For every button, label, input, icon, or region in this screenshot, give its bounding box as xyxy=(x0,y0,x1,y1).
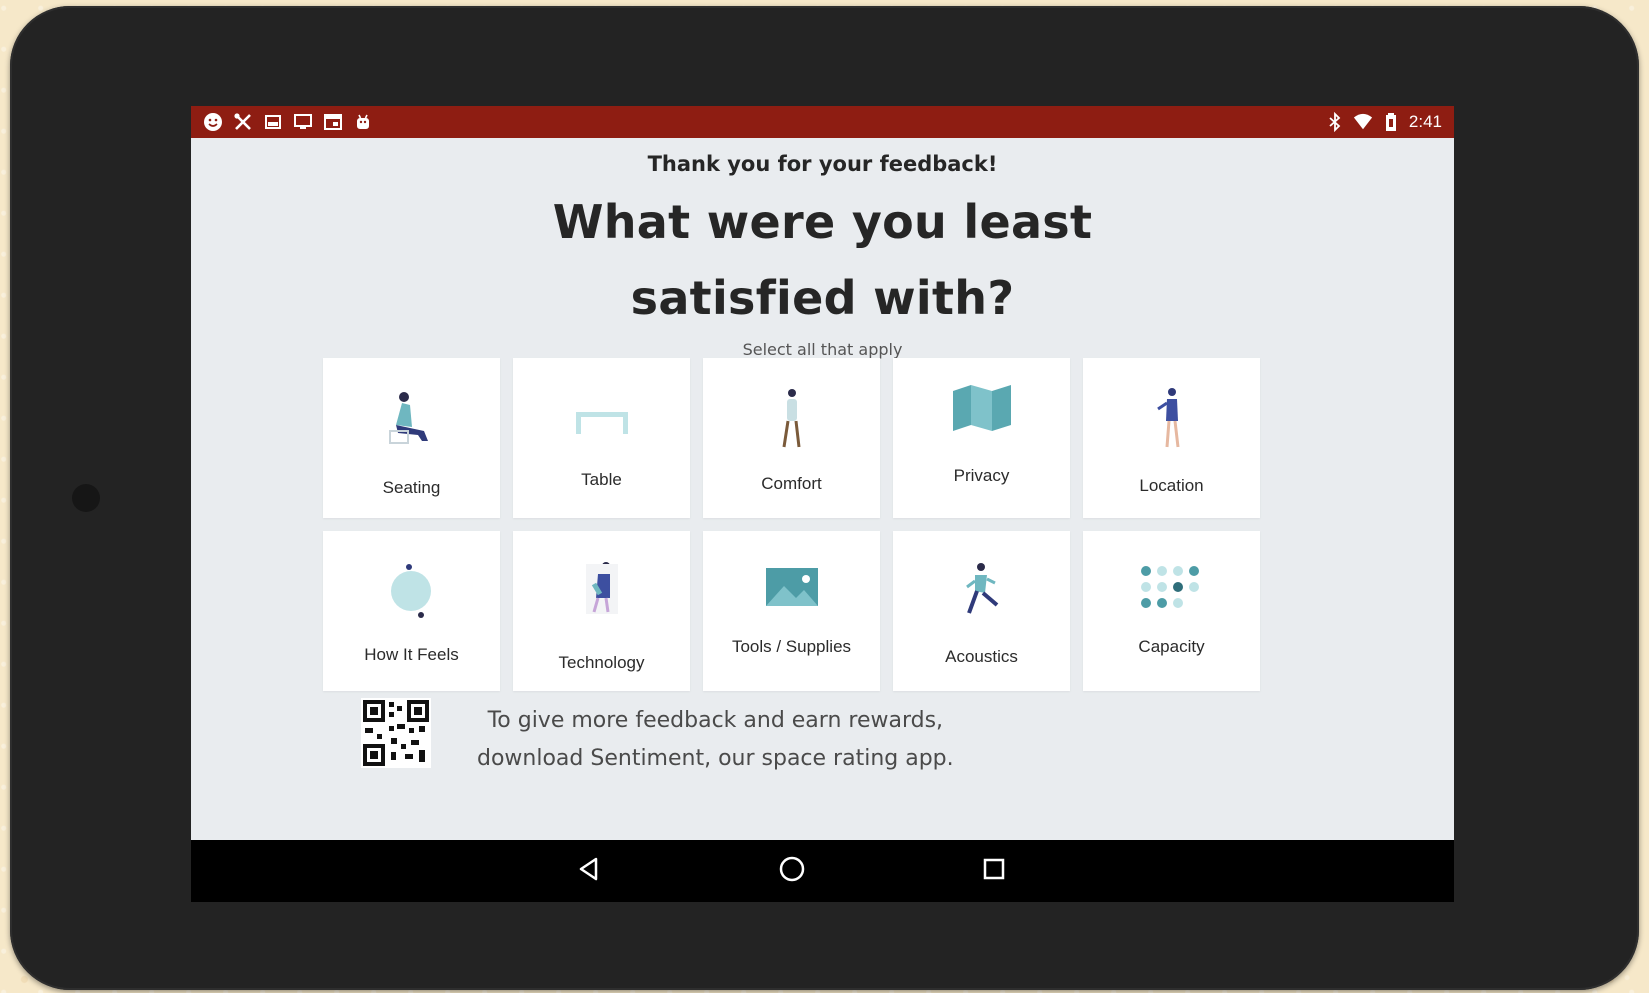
option-privacy[interactable]: Privacy xyxy=(893,358,1070,518)
home-icon xyxy=(778,855,806,888)
table-icon xyxy=(513,380,690,460)
folding-map-icon xyxy=(893,368,1070,448)
option-technology[interactable]: Technology xyxy=(513,531,690,691)
tablet-frame: 2:41 Thank you for your feedback! What w… xyxy=(10,6,1639,990)
wifi-icon xyxy=(1353,112,1373,132)
person-with-device-icon xyxy=(513,553,690,633)
image-icon xyxy=(263,112,283,132)
option-label: Location xyxy=(1139,476,1204,495)
screen: 2:41 Thank you for your feedback! What w… xyxy=(191,106,1454,902)
navigation-bar xyxy=(191,840,1454,902)
pendulum-icon xyxy=(323,553,500,633)
option-table[interactable]: Table xyxy=(513,358,690,518)
recents-icon xyxy=(982,857,1006,886)
option-tools-supplies[interactable]: Tools / Supplies xyxy=(703,531,880,691)
back-button[interactable] xyxy=(574,856,604,886)
option-capacity[interactable]: Capacity xyxy=(1083,531,1260,691)
screen-icon xyxy=(293,112,313,132)
question-line-1: What were you least xyxy=(552,195,1093,249)
thank-you-text: Thank you for your feedback! xyxy=(647,152,998,176)
option-label: Capacity xyxy=(1138,637,1205,656)
recents-button[interactable] xyxy=(979,856,1009,886)
option-label: Technology xyxy=(558,653,645,672)
browser-icon xyxy=(323,112,343,132)
option-label: How It Feels xyxy=(364,645,459,664)
standing-person-icon xyxy=(703,380,880,460)
status-bar: 2:41 xyxy=(191,106,1454,138)
battery-icon xyxy=(1381,112,1401,132)
promo-line-1: To give more feedback and earn rewards, xyxy=(487,708,944,733)
picture-icon xyxy=(703,547,880,627)
notification-icons xyxy=(203,112,373,132)
back-icon xyxy=(576,856,602,887)
option-label: Tools / Supplies xyxy=(731,637,852,656)
qr-code-icon xyxy=(361,698,431,768)
face-icon xyxy=(203,112,223,132)
home-button[interactable] xyxy=(777,856,807,886)
question-header: Thank you for your feedback! What were y… xyxy=(191,150,1454,359)
option-label: Acoustics xyxy=(945,647,1018,666)
option-label: Seating xyxy=(382,478,441,497)
seated-person-icon xyxy=(323,380,500,460)
front-camera xyxy=(72,484,100,512)
bluetooth-icon xyxy=(1325,112,1345,132)
options-grid: Seating Table Comfort Privacy Location H… xyxy=(323,358,1323,691)
tools-icon xyxy=(233,112,253,132)
app-promo: To give more feedback and earn rewards, … xyxy=(361,696,1161,776)
option-location[interactable]: Location xyxy=(1083,358,1260,518)
promo-line-2: download Sentiment, our space rating app… xyxy=(477,746,954,771)
android-icon xyxy=(353,112,373,132)
option-seating[interactable]: Seating xyxy=(323,358,500,518)
option-comfort[interactable]: Comfort xyxy=(703,358,880,518)
promo-text: To give more feedback and earn rewards, … xyxy=(477,702,954,778)
question-line-2: satisfied with? xyxy=(630,271,1015,325)
option-label: Privacy xyxy=(953,466,1010,485)
option-label: Table xyxy=(581,470,622,489)
option-acoustics[interactable]: Acoustics xyxy=(893,531,1070,691)
page-title: What were you least satisfied with? xyxy=(191,184,1454,336)
instruction-text: Select all that apply xyxy=(742,340,903,359)
clock: 2:41 xyxy=(1408,112,1442,131)
option-label: Comfort xyxy=(761,474,822,493)
system-status: 2:41 xyxy=(1325,112,1442,132)
pointing-person-icon xyxy=(1083,380,1260,460)
running-person-icon xyxy=(893,553,1070,633)
option-how-it-feels[interactable]: How It Feels xyxy=(323,531,500,691)
dot-grid-icon xyxy=(1083,547,1260,627)
